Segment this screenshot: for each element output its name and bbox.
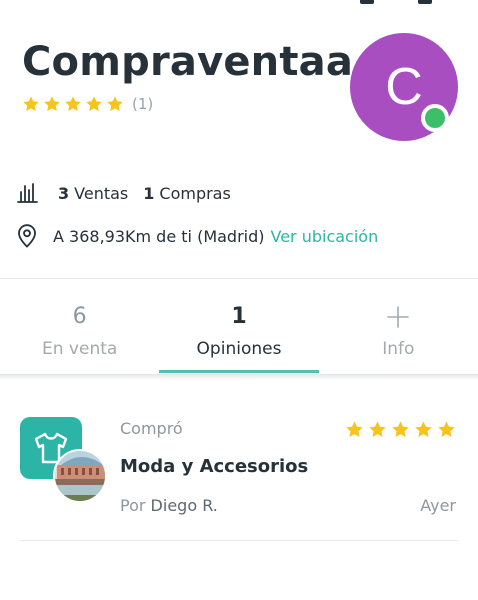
review-count: (1): [132, 95, 154, 113]
avatar-letter: C: [385, 58, 423, 116]
purchases-count: 1: [143, 183, 155, 203]
review-time: Ayer: [420, 496, 456, 515]
tab-count: 6: [72, 304, 87, 329]
bar-chart-icon: [17, 183, 38, 203]
reviewer-avatar[interactable]: [53, 449, 107, 503]
location-text: A 368,93Km de ti (Madrid): [53, 226, 265, 246]
star-icon: [23, 96, 39, 112]
profile-name: Compraventaa: [22, 39, 354, 85]
profile-header: Compraventaa (1) C: [0, 0, 478, 150]
star-icon: [44, 96, 60, 112]
sales-label: Ventas: [74, 183, 129, 203]
divider: [20, 540, 458, 541]
plus-icon: [386, 301, 410, 333]
tab-opiniones[interactable]: 1 Opiniones: [159, 279, 318, 375]
review-stars: [345, 420, 456, 439]
location-row: A 368,93Km de ti (Madrid) Ver ubicación: [16, 222, 378, 250]
author-name[interactable]: Diego R.: [151, 496, 218, 515]
purchases-label: Compras: [159, 183, 231, 203]
star-icon: [346, 421, 363, 437]
profile-rating[interactable]: (1): [22, 95, 153, 113]
review-action: Compró: [120, 419, 183, 438]
view-location-link[interactable]: Ver ubicación: [271, 227, 379, 246]
tab-label: En venta: [42, 339, 118, 359]
star-icon: [438, 421, 455, 437]
star-icon: [392, 421, 409, 437]
tabs-shadow: [0, 374, 478, 380]
profile-tabs: 6 En venta 1 Opiniones Info: [0, 279, 478, 375]
star-icon: [107, 96, 123, 112]
star-icon: [369, 421, 386, 437]
review-author: Por Diego R.: [120, 496, 218, 515]
stats-row: 3 Ventas 1 Compras: [16, 180, 246, 206]
tab-count: 1: [231, 304, 247, 329]
location-pin-icon: [18, 224, 36, 248]
star-icon: [65, 96, 81, 112]
online-status-dot: [421, 104, 449, 132]
sales-count: 3: [58, 183, 70, 203]
review-title: Moda y Accesorios: [120, 456, 309, 477]
tab-label: Info: [382, 339, 415, 359]
active-tab-indicator: [159, 370, 319, 373]
tab-label: Opiniones: [196, 339, 282, 359]
tab-info[interactable]: Info: [319, 279, 478, 375]
profile-stars: [22, 95, 124, 113]
reviewer-photo: [55, 451, 105, 501]
star-icon: [415, 421, 432, 437]
review-card[interactable]: Compró Moda y Accesorios Por Diego R. Ay…: [20, 414, 458, 540]
star-icon: [86, 96, 102, 112]
tab-en-venta[interactable]: 6 En venta: [0, 279, 159, 375]
author-prefix: Por: [120, 496, 146, 515]
